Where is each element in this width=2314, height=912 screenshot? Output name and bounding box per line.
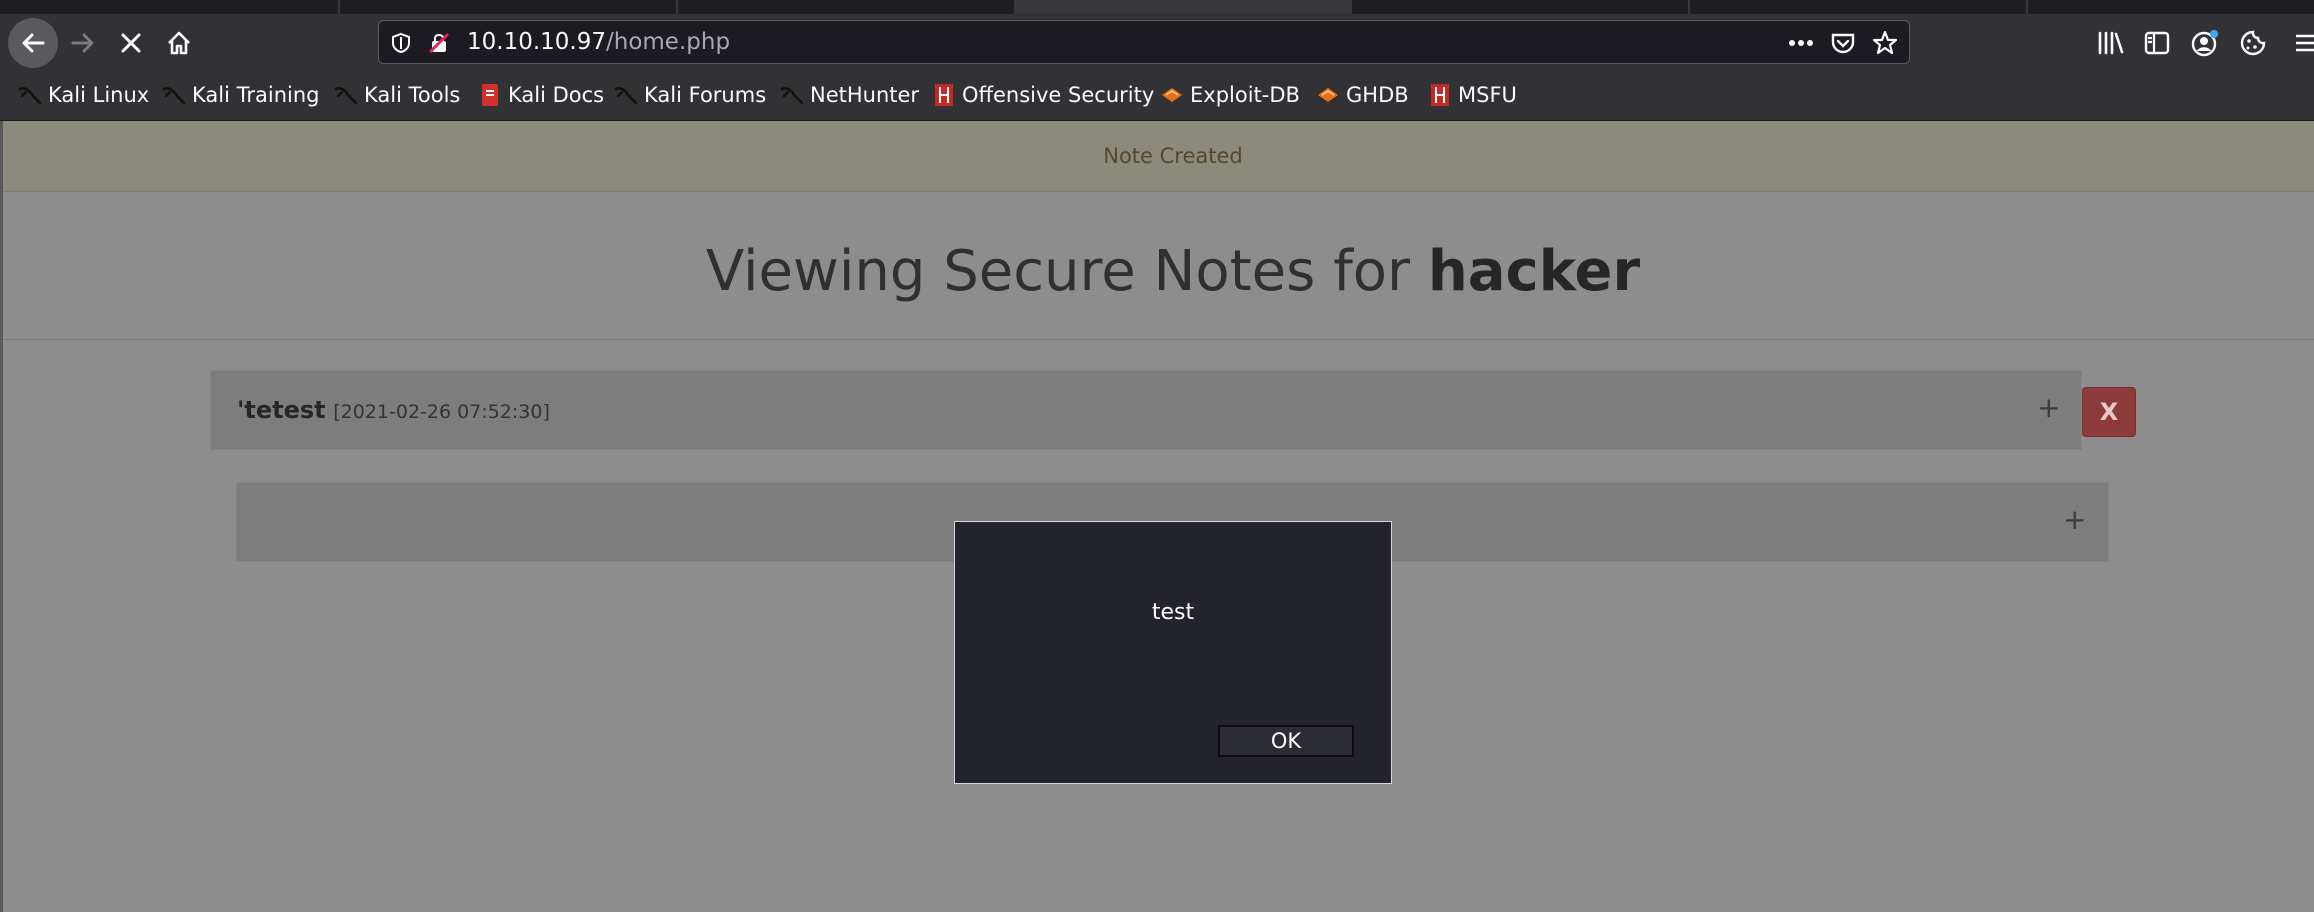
more-actions-icon[interactable] xyxy=(1787,29,1815,57)
note-row[interactable]: 'tetest [2021-02-26 07:52:30] + xyxy=(210,370,2082,450)
forward-button[interactable] xyxy=(58,18,108,68)
alert-text: Note Created xyxy=(1103,144,1243,168)
tab-strip xyxy=(0,0,2314,14)
bookmark-label: Kali Tools xyxy=(364,83,461,107)
close-icon xyxy=(121,33,141,53)
bookmark-ghdb[interactable]: GHDB xyxy=(1316,82,1409,108)
page-title-username: hacker xyxy=(1427,239,1641,304)
bookmark-exploit-db[interactable]: Exploit-DB xyxy=(1160,82,1300,108)
bookmark-label: Kali Docs xyxy=(508,83,605,107)
kali-dragon-icon xyxy=(334,83,358,107)
exploitdb-icon xyxy=(1316,83,1340,107)
cookie-icon[interactable] xyxy=(2236,26,2270,60)
kali-docs-icon xyxy=(478,83,502,107)
success-alert: Note Created xyxy=(0,121,2314,192)
tab[interactable] xyxy=(0,0,340,14)
bookmark-nethunter[interactable]: NetHunter xyxy=(780,82,919,108)
expand-plus-icon[interactable]: + xyxy=(2037,393,2060,423)
url-bar[interactable]: 10.10.10.97/home.php xyxy=(378,20,1910,64)
star-icon[interactable] xyxy=(1871,29,1899,57)
menu-icon[interactable] xyxy=(2290,26,2314,60)
note-title-text: 'tetest xyxy=(237,396,326,424)
bookmark-label: Kali Training xyxy=(192,83,320,107)
tab[interactable] xyxy=(1352,0,1690,14)
stop-button[interactable] xyxy=(106,18,156,68)
bookmark-kali-tools[interactable]: Kali Tools xyxy=(334,82,460,108)
offsec-icon xyxy=(932,83,956,107)
page-left-border xyxy=(0,121,3,912)
expand-plus-icon[interactable]: + xyxy=(2063,505,2086,535)
tab[interactable] xyxy=(340,0,678,14)
pocket-icon[interactable] xyxy=(1829,29,1857,57)
tab[interactable] xyxy=(678,0,1016,14)
bookmark-label: GHDB xyxy=(1346,83,1409,107)
library-icon[interactable] xyxy=(2094,26,2128,60)
delete-note-button[interactable]: X xyxy=(2082,387,2136,437)
note-date: [2021-02-26 07:52:30] xyxy=(333,401,550,423)
bookmark-label: MSFU xyxy=(1458,83,1517,107)
arrow-right-icon xyxy=(71,33,94,53)
home-button[interactable] xyxy=(154,18,204,68)
kali-dragon-icon xyxy=(614,83,638,107)
bookmark-label: Kali Forums xyxy=(644,83,767,107)
tab-active[interactable] xyxy=(1016,0,1352,14)
page-content: Note Created Viewing Secure Notes for ha… xyxy=(0,121,2314,912)
bookmark-kali-linux[interactable]: Kali Linux xyxy=(18,82,149,108)
url-text[interactable]: 10.10.10.97/home.php xyxy=(467,29,730,55)
page-title: Viewing Secure Notes for hacker xyxy=(0,239,2314,304)
kali-dragon-icon xyxy=(162,83,186,107)
bookmark-label: Offensive Security xyxy=(962,83,1155,107)
tab[interactable] xyxy=(1690,0,2028,14)
bookmark-label: Exploit-DB xyxy=(1190,83,1300,107)
exploitdb-icon xyxy=(1160,83,1184,107)
bookmark-kali-docs[interactable]: Kali Docs xyxy=(478,82,604,108)
home-icon xyxy=(168,31,190,55)
bookmark-label: Kali Linux xyxy=(48,83,150,107)
bookmark-offensive-security[interactable]: Offensive Security xyxy=(932,82,1154,108)
kali-dragon-icon xyxy=(18,83,42,107)
page-title-prefix: Viewing Secure Notes for xyxy=(705,239,1428,304)
account-icon[interactable] xyxy=(2188,26,2222,60)
divider xyxy=(0,339,2314,340)
url-path: /home.php xyxy=(606,29,731,55)
tab[interactable] xyxy=(2028,0,2314,14)
bookmark-kali-training[interactable]: Kali Training xyxy=(162,82,319,108)
url-host: 10.10.10.97 xyxy=(467,29,606,55)
insecure-lock-icon[interactable] xyxy=(425,29,453,57)
shield-icon[interactable] xyxy=(387,29,415,57)
back-button[interactable] xyxy=(8,18,58,68)
bookmark-label: NetHunter xyxy=(810,83,920,107)
kali-dragon-icon xyxy=(780,83,804,107)
arrow-left-icon xyxy=(22,33,45,53)
alert-dialog: test OK xyxy=(954,521,1392,784)
offsec-icon xyxy=(1428,83,1452,107)
bookmark-msfu[interactable]: MSFU xyxy=(1428,82,1517,108)
note-title: 'tetest [2021-02-26 07:52:30] xyxy=(237,396,550,424)
bookmark-kali-forums[interactable]: Kali Forums xyxy=(614,82,766,108)
bookmarks-toolbar: Kali Linux Kali Training Kali Tools Kali… xyxy=(0,70,2314,121)
navigation-toolbar: 10.10.10.97/home.php xyxy=(0,14,2314,70)
sidebar-icon[interactable] xyxy=(2140,26,2174,60)
ok-button[interactable]: OK xyxy=(1218,725,1354,757)
dialog-message: test xyxy=(1151,600,1195,625)
